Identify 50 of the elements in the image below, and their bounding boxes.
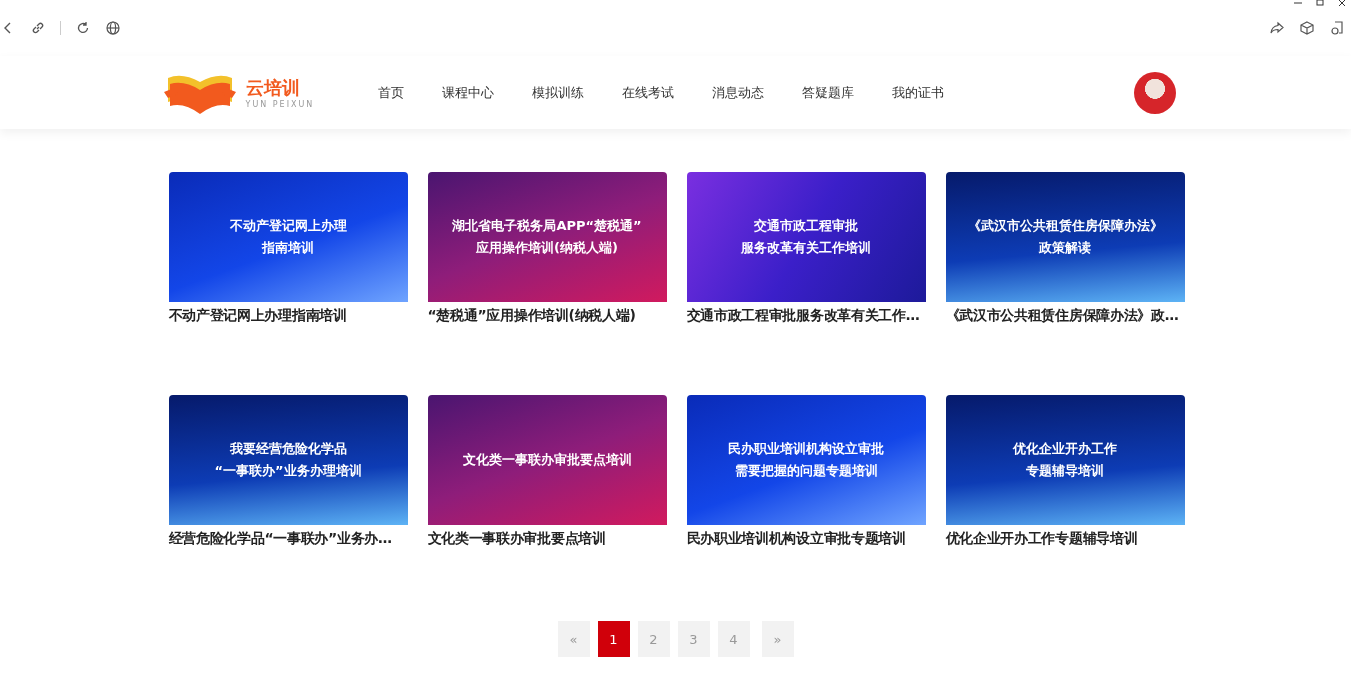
- share-icon[interactable]: [1269, 20, 1285, 36]
- course-title[interactable]: “楚税通”应用操作培训(纳税人端): [427, 307, 667, 325]
- cover-caption: 《武汉市公共租赁住房保障办法》: [967, 217, 1163, 235]
- reload-icon[interactable]: [75, 20, 91, 36]
- cover-caption: “一事联办”业务办理培训: [214, 462, 362, 480]
- course-cover[interactable]: 交通市政工程审批 服务改革有关工作培训: [686, 172, 926, 302]
- course-cover[interactable]: 民办职业培训机构设立审批 需要把握的问题专题培训: [686, 395, 926, 525]
- course-title[interactable]: 交通市政工程审批服务改革有关工作…: [686, 307, 926, 325]
- course-cover[interactable]: 湖北省电子税务局APP“楚税通” 应用操作培训(纳税人端): [427, 172, 667, 302]
- course-title[interactable]: 民办职业培训机构设立审批专题培训: [686, 530, 926, 548]
- cube-icon[interactable]: [1299, 20, 1315, 36]
- restore-icon[interactable]: [1315, 0, 1325, 6]
- course-title[interactable]: 不动产登记网上办理指南培训: [168, 307, 408, 325]
- cover-caption: 政策解读: [1039, 239, 1091, 257]
- nav-link[interactable]: 答疑题库: [801, 83, 854, 102]
- nav-link[interactable]: 模拟训练: [531, 83, 584, 102]
- logo-subtitle: YUN PEIXUN: [245, 100, 315, 109]
- cover-caption: 指南培训: [262, 239, 314, 257]
- link-icon[interactable]: [30, 20, 46, 36]
- nav-link[interactable]: 在线考试: [621, 83, 674, 102]
- course-title[interactable]: 文化类一事联办审批要点培训: [427, 530, 667, 548]
- nav-link[interactable]: 课程中心: [441, 83, 494, 102]
- course-cover[interactable]: 文化类一事联办审批要点培训: [427, 395, 667, 525]
- course-cover[interactable]: 优化企业开办工作 专题辅导培训: [945, 395, 1185, 525]
- course-cover[interactable]: 我要经营危险化学品 “一事联办”业务办理培训: [168, 395, 408, 525]
- cover-caption: 湖北省电子税务局APP“楚税通”: [452, 217, 642, 235]
- cover-caption: 我要经营危险化学品: [229, 440, 347, 458]
- course-title[interactable]: 经营危险化学品“一事联办”业务办…: [168, 530, 408, 548]
- nav-link[interactable]: 我的证书: [891, 83, 944, 102]
- page-button[interactable]: 1: [597, 621, 630, 657]
- minimize-icon[interactable]: [1293, 0, 1303, 6]
- cover-caption: 民办职业培训机构设立审批: [728, 440, 884, 458]
- cover-caption: 交通市政工程审批: [754, 217, 858, 235]
- course-cover[interactable]: 《武汉市公共租赁住房保障办法》 政策解读: [945, 172, 1185, 302]
- globe-icon[interactable]: [105, 20, 121, 36]
- cover-caption: 专题辅导培训: [1026, 462, 1104, 480]
- cover-caption: 应用操作培训(纳税人端): [476, 239, 618, 257]
- nav-link[interactable]: 消息动态: [711, 83, 764, 102]
- course-cover[interactable]: 不动产登记网上办理 指南培训: [168, 172, 408, 302]
- course-title[interactable]: 优化企业开办工作专题辅导培训: [945, 530, 1185, 548]
- cover-caption: 优化企业开办工作: [1013, 440, 1117, 458]
- cover-caption: 不动产登记网上办理: [229, 217, 347, 235]
- cover-caption: 文化类一事联办审批要点培训: [462, 451, 632, 469]
- course-title[interactable]: 《武汉市公共租赁住房保障办法》政…: [945, 307, 1185, 325]
- cover-caption: 服务改革有关工作培训: [741, 239, 871, 257]
- cover-caption: 需要把握的问题专题培训: [734, 462, 878, 480]
- close-icon[interactable]: [1337, 0, 1347, 6]
- logo-name: 云培训: [245, 76, 301, 100]
- user-avatar[interactable]: [1133, 71, 1176, 114]
- nav-link[interactable]: 首页: [377, 83, 404, 102]
